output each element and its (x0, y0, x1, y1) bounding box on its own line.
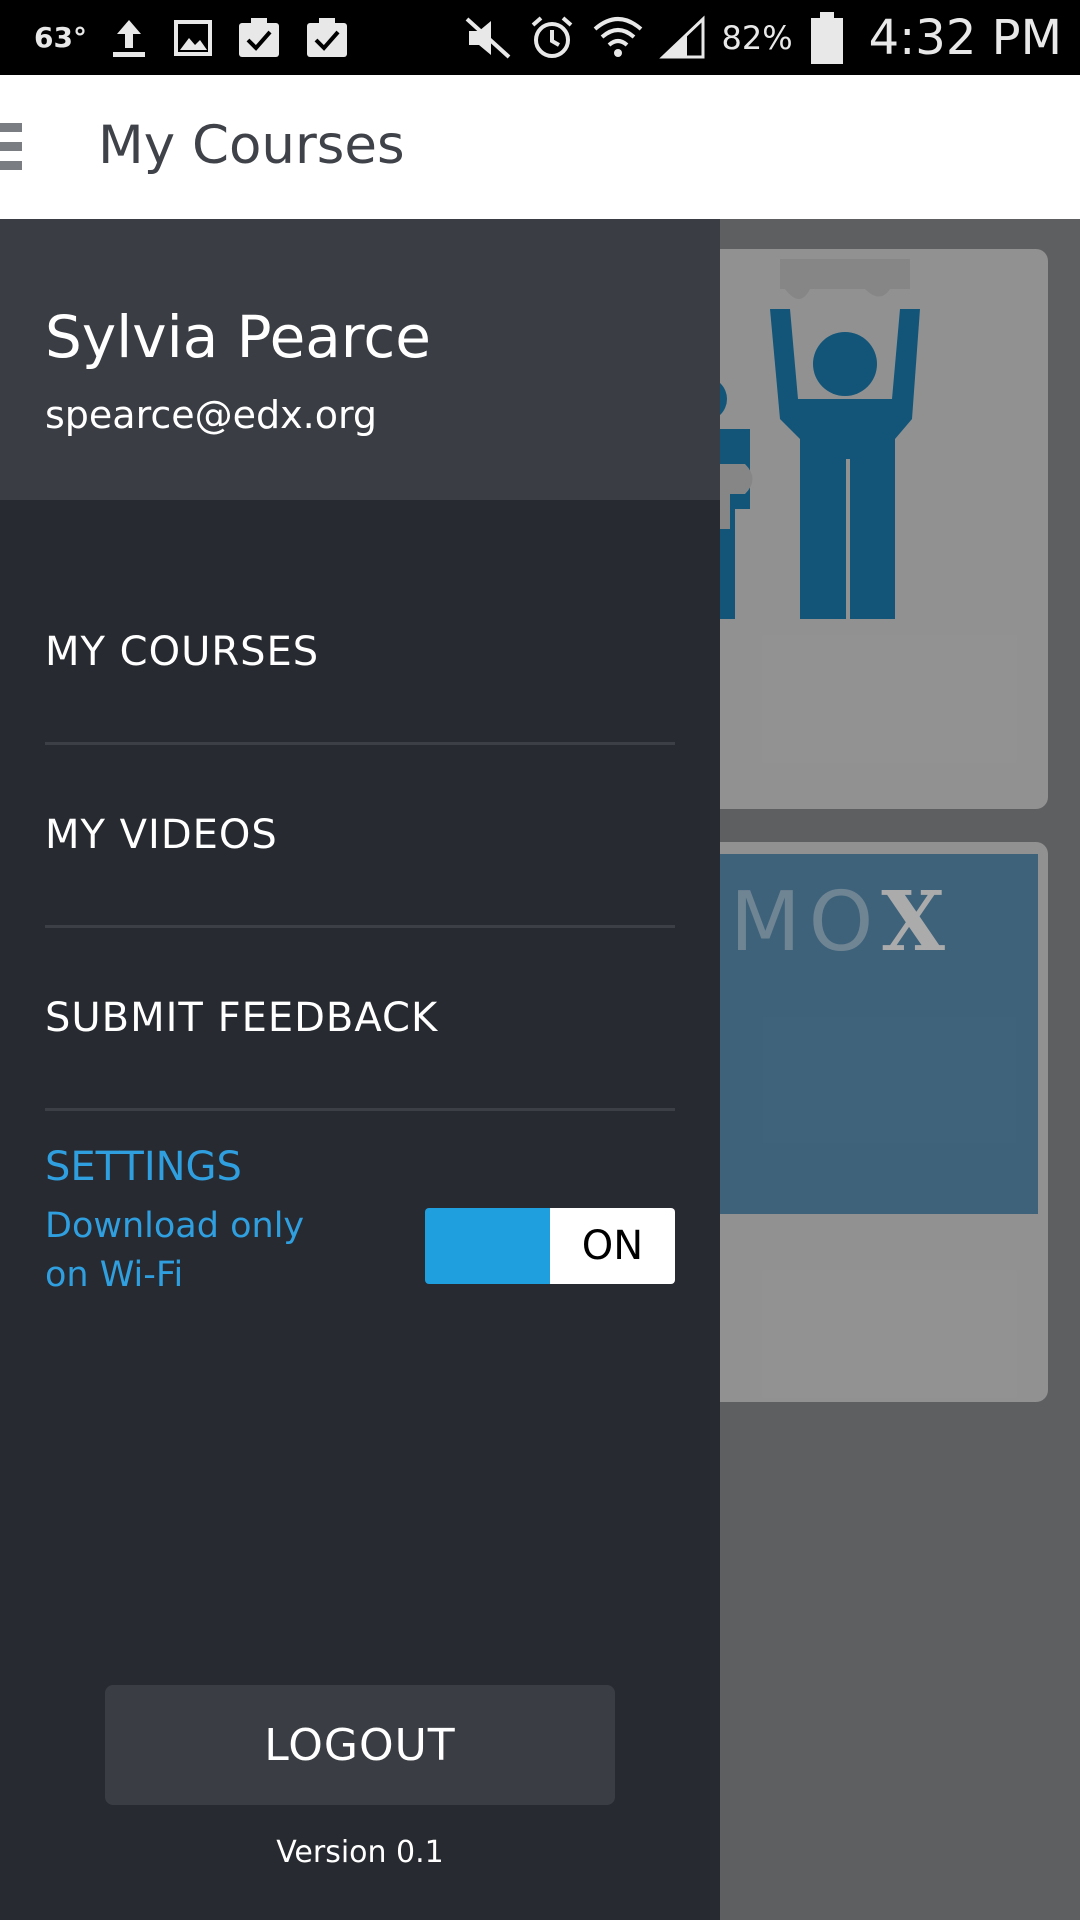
battery-percent: 82% (721, 18, 793, 57)
alarm-icon (527, 13, 577, 63)
page-title: My Courses (98, 115, 405, 176)
settings-title: SETTINGS (45, 1144, 242, 1190)
status-bar: 63° 82% 4:32 PM (0, 0, 1080, 75)
clock: 4:32 PM (868, 9, 1062, 66)
nav-item-my-courses[interactable]: MY COURSES (45, 562, 675, 745)
signal-icon (659, 15, 707, 61)
settings-description: Download only on Wi-Fi (45, 1206, 305, 1295)
toggle-track (425, 1208, 550, 1284)
navigation-drawer: Sylvia Pearce spearce@edx.org MY COURSES… (0, 219, 720, 1920)
logout-button[interactable]: LOGOUT (105, 1685, 615, 1805)
mute-icon (463, 15, 513, 61)
user-name: Sylvia Pearce (45, 303, 431, 371)
hamburger-icon[interactable] (0, 123, 22, 171)
drawer-header: Sylvia Pearce spearce@edx.org (0, 219, 720, 500)
toggle-state-label: ON (550, 1208, 675, 1284)
battery-icon (807, 10, 847, 66)
nav-item-submit-feedback[interactable]: SUBMIT FEEDBACK (45, 928, 675, 1111)
temperature-readout: 63° (34, 21, 87, 54)
version-label: Version 0.1 (276, 1835, 444, 1870)
upload-icon (107, 16, 151, 60)
app-bar: My Courses (0, 75, 1080, 219)
checklist-icon (303, 15, 351, 61)
wifi-icon (591, 13, 645, 63)
user-email: spearce@edx.org (45, 393, 378, 437)
image-icon (171, 16, 215, 60)
wifi-only-toggle[interactable]: ON (425, 1208, 675, 1284)
nav-item-my-videos[interactable]: MY VIDEOS (45, 745, 675, 928)
checklist-icon (235, 15, 283, 61)
